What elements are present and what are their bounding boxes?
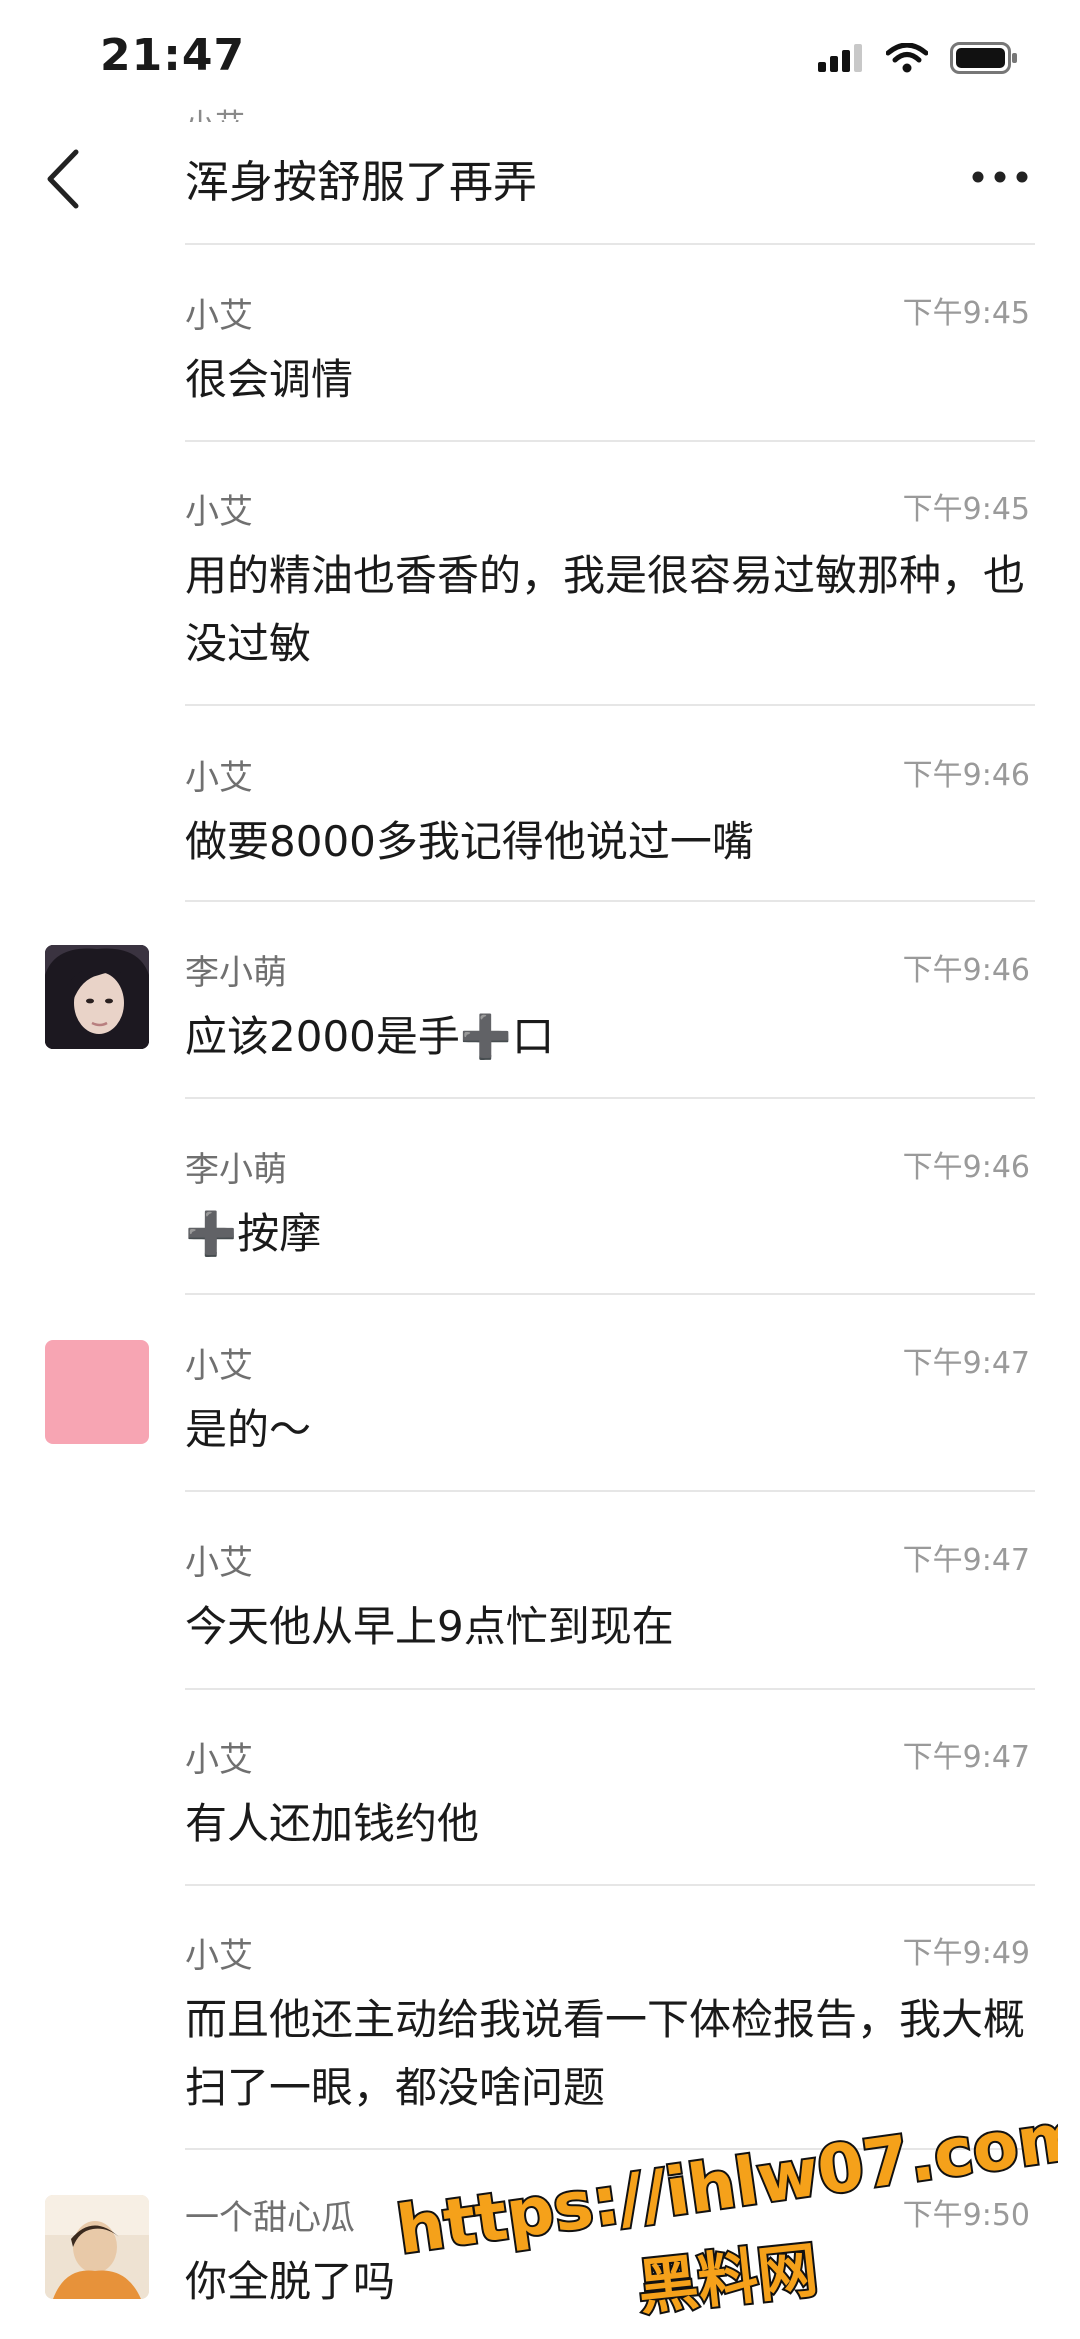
- navigation-bar: 小艾 浑身按舒服了再弄: [0, 100, 1080, 245]
- avatar[interactable]: [45, 1340, 149, 1444]
- watermark: https://ihlw07.com 黑料网: [390, 2094, 1058, 2326]
- sender-name: 小艾: [185, 758, 253, 798]
- message-text: 今天他从早上9点忙到现在: [185, 1602, 674, 1651]
- divider: [185, 440, 1035, 442]
- wifi-icon: [886, 43, 928, 73]
- message-time: 下午9:45: [902, 296, 1030, 331]
- watermark-site-name: 黑料网: [635, 2235, 821, 2323]
- divider: [185, 243, 1035, 245]
- message-text: 用的精油也香香的，我是很容易过敏那种，也没过敏: [185, 551, 1026, 668]
- message-text: 应该2000是手➕口: [185, 1012, 555, 1061]
- avatar[interactable]: [45, 945, 149, 1049]
- sender-name: 小艾: [185, 1740, 253, 1780]
- back-button[interactable]: [36, 144, 96, 214]
- message-text: 做要8000多我记得他说过一嘴: [185, 817, 754, 866]
- sender-name: 小艾: [185, 1543, 253, 1583]
- divider: [185, 1688, 1035, 1690]
- battery-icon: [950, 42, 1017, 74]
- more-button[interactable]: [970, 162, 1030, 192]
- message-text: 是的～: [185, 1405, 312, 1454]
- sender-name: 小艾: [185, 1936, 253, 1976]
- message-text: ➕按摩: [185, 1209, 322, 1258]
- sender-name: 一个甜心瓜: [185, 2198, 355, 2238]
- message-time: 下午9:46: [902, 758, 1030, 793]
- signal-icon: [818, 44, 862, 72]
- sender-name: 小艾: [185, 296, 253, 336]
- sender-name: 小艾: [185, 492, 253, 532]
- user-photo-icon: [45, 2195, 149, 2299]
- message-time: 下午9:45: [902, 492, 1030, 527]
- divider: [185, 900, 1035, 902]
- more-dots-icon: [972, 171, 1028, 183]
- message-text: 很会调情: [185, 355, 354, 404]
- divider: [185, 1097, 1035, 1099]
- status-icons: [818, 42, 1018, 74]
- page-title: 浑身按舒服了再弄: [185, 157, 537, 208]
- divider: [185, 1293, 1035, 1295]
- divider: [185, 704, 1035, 706]
- avatar[interactable]: [45, 2195, 149, 2299]
- divider: [185, 1884, 1035, 1886]
- message-time: 下午9:47: [902, 1346, 1030, 1381]
- message-time: 下午9:47: [902, 1740, 1030, 1775]
- sender-name: 李小萌: [185, 1150, 287, 1190]
- chevron-left-icon: [47, 149, 79, 209]
- message-time: 下午9:46: [902, 953, 1030, 988]
- message-time: 下午9:49: [902, 1936, 1030, 1971]
- status-bar: 21:47: [0, 0, 1080, 110]
- status-time: 21:47: [100, 30, 246, 81]
- user-portrait-icon: [45, 945, 149, 1049]
- sender-name: 小艾: [185, 1346, 253, 1386]
- watermark-url: https://ihlw07.com: [392, 2096, 1058, 2269]
- message-time: 下午9:46: [902, 1150, 1030, 1185]
- sender-name: 李小萌: [185, 953, 287, 993]
- previous-sender-peek: 小艾: [185, 100, 245, 122]
- message-text: 有人还加钱约他: [185, 1799, 480, 1848]
- message-time: 下午9:47: [902, 1543, 1030, 1578]
- divider: [185, 1490, 1035, 1492]
